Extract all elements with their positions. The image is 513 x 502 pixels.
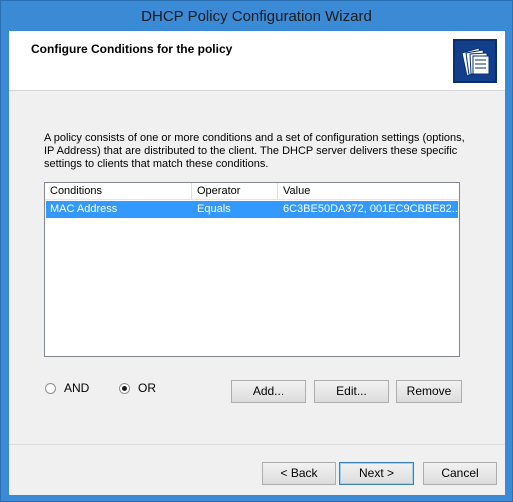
or-radio[interactable]: OR [119,380,156,396]
wizard-client-area: Configure Conditions for the policy A po… [9,31,505,495]
column-header-value[interactable]: Value [278,183,459,200]
window-title: DHCP Policy Configuration Wizard [141,8,372,25]
column-header-conditions[interactable]: Conditions [45,183,192,200]
or-radio-button[interactable] [119,382,130,394]
and-radio-button[interactable] [45,382,56,394]
policy-description: A policy consists of one or more conditi… [44,132,465,170]
and-radio[interactable]: AND [45,380,89,396]
row-condition: MAC Address [50,203,118,215]
conditions-list[interactable]: Conditions Operator Value MAC Address Eq… [44,182,460,357]
folder-documents-icon [453,39,497,83]
next-button[interactable]: Next > [339,462,414,485]
footer-divider [9,444,505,445]
add-button[interactable]: Add... [231,380,306,403]
remove-button[interactable]: Remove [396,380,462,403]
row-operator: Equals [197,203,231,215]
conditions-list-header: Conditions Operator Value [45,183,459,200]
cancel-button[interactable]: Cancel [423,462,497,485]
table-row[interactable]: MAC Address Equals 6C3BE50DA372, 001EC9C… [46,201,458,218]
wizard-window: DHCP Policy Configuration Wizard Configu… [0,0,513,502]
page-title: Configure Conditions for the policy [31,42,233,56]
back-button[interactable]: < Back [262,462,336,485]
column-header-operator[interactable]: Operator [192,183,278,200]
and-radio-label: AND [64,381,90,395]
row-value: 6C3BE50DA372, 001EC9CBBE82... [283,203,458,215]
or-radio-label: OR [138,381,156,395]
edit-button[interactable]: Edit... [314,380,389,403]
wizard-header: Configure Conditions for the policy [9,31,505,91]
